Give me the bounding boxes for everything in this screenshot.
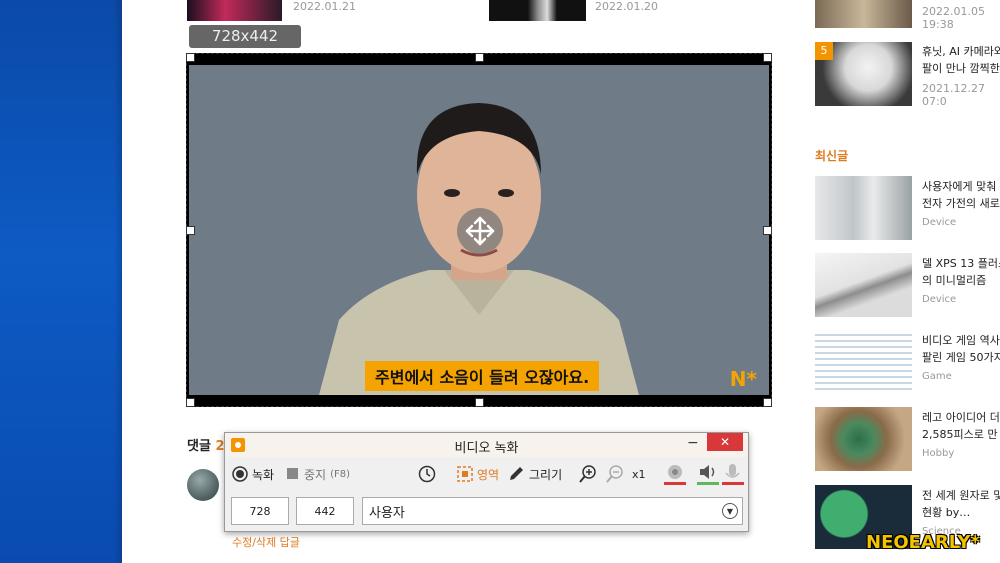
latest-post-title[interactable]: 비디오 게임 역사	[922, 332, 1000, 349]
microphone-icon	[722, 464, 744, 485]
latest-post-thumbnail[interactable]	[815, 407, 912, 471]
draw-label: 그리기	[529, 467, 563, 482]
rank-badge: 5	[815, 42, 833, 60]
zoom-level: x1	[632, 467, 646, 481]
stop-button[interactable]: 중지 (F8)	[286, 463, 350, 485]
latest-post-title[interactable]: 2,585피스로 만	[922, 426, 997, 443]
capture-size-badge: 728x442	[189, 25, 301, 48]
resize-handle-sw[interactable]	[186, 398, 195, 407]
area-button[interactable]: 영역	[457, 463, 499, 485]
popular-post-thumbnail[interactable]	[815, 0, 912, 28]
timer-button[interactable]	[418, 463, 436, 485]
record-button[interactable]: 녹화	[232, 463, 274, 485]
area-preset-select[interactable]: 사용자 ▼	[362, 497, 743, 525]
stop-label: 중지	[304, 467, 327, 482]
desktop-background	[0, 0, 122, 563]
latest-posts-heading: 최신글	[815, 149, 849, 163]
area-select-icon	[457, 466, 473, 482]
microphone-button[interactable]	[721, 463, 745, 485]
latest-post-title[interactable]: 델 XPS 13 플러스	[922, 255, 1000, 272]
chevron-down-icon[interactable]: ▼	[722, 503, 738, 519]
stop-shortcut: (F8)	[330, 468, 351, 480]
latest-post-title[interactable]: 전자 가전의 새로	[922, 195, 1000, 212]
zoom-in-icon	[579, 465, 596, 483]
move-icon[interactable]	[457, 208, 503, 254]
resize-handle-e[interactable]	[763, 226, 772, 235]
post-thumbnail[interactable]	[187, 0, 282, 21]
channel-logo: N*	[729, 367, 757, 391]
speaker-icon	[697, 465, 719, 485]
popular-post-date: 2021.12.27 07:0	[922, 82, 985, 108]
resize-handle-se[interactable]	[763, 398, 772, 407]
minimize-button[interactable]: −	[687, 435, 699, 451]
close-button[interactable]: ✕	[707, 433, 743, 451]
latest-post-title[interactable]: 의 미니멀리즘	[922, 272, 986, 289]
latest-post-thumbnail[interactable]	[815, 176, 912, 240]
popular-post-date: 2022.01.05 19:38	[922, 5, 985, 31]
avatar	[187, 469, 219, 501]
area-preset-value: 사용자	[369, 505, 405, 521]
recorder-titlebar[interactable]: 비디오 녹화 − ✕	[225, 433, 748, 457]
resize-handle-n[interactable]	[475, 53, 484, 62]
height-field[interactable]: 442	[296, 497, 354, 525]
latest-post-title[interactable]: 전 세계 원자로 및	[922, 487, 1000, 504]
comments-label: 댓글	[187, 439, 211, 454]
post-thumbnail[interactable]	[489, 0, 586, 21]
resize-handle-ne[interactable]	[763, 53, 772, 62]
record-label: 녹화	[252, 467, 275, 482]
popular-post-title[interactable]: 팔이 만나 깜찍한	[922, 60, 1000, 77]
recorder-title: 비디오 녹화	[454, 441, 519, 456]
resize-handle-w[interactable]	[186, 226, 195, 235]
zoom-out-button[interactable]	[606, 463, 624, 485]
post-date: 2022.01.21	[293, 0, 356, 13]
zoom-out-icon	[606, 465, 623, 483]
pencil-icon	[510, 467, 523, 480]
latest-post-category: Device	[922, 294, 957, 305]
latest-post-category: Game	[922, 371, 952, 382]
popular-post-thumbnail[interactable]: 5	[815, 42, 912, 106]
latest-post-title[interactable]: 레고 아이디어 더	[922, 409, 1000, 426]
zoom-in-button[interactable]	[579, 463, 597, 485]
comment-actions[interactable]: 수정/삭제 답글	[232, 534, 300, 550]
speaker-button[interactable]	[695, 463, 721, 485]
video-recorder-window: 비디오 녹화 − ✕ 녹화 중지 (F8) 영역 그리기 x1 728 442 …	[224, 432, 749, 532]
post-date: 2022.01.20	[595, 0, 658, 13]
area-label: 영역	[477, 467, 500, 482]
popular-post-title[interactable]: 휴닛, AI 카메라와	[922, 43, 1000, 60]
latest-post-category: Hobby	[922, 448, 955, 459]
latest-post-thumbnail[interactable]	[815, 253, 912, 317]
latest-post-thumbnail[interactable]	[815, 330, 912, 394]
comments-heading: 댓글 2	[187, 435, 225, 454]
latest-post-category: Device	[922, 217, 957, 228]
latest-post-title[interactable]: 팔린 게임 50가지	[922, 349, 1000, 366]
stop-icon	[287, 468, 298, 479]
record-icon	[232, 466, 248, 482]
video-subtitle: 주변에서 소음이 들려 오잖아요.	[365, 361, 600, 391]
clock-icon	[418, 465, 436, 483]
resize-handle-s[interactable]	[475, 398, 484, 407]
latest-post-title[interactable]: 사용자에게 맞춰	[922, 178, 996, 195]
webcam-button[interactable]	[662, 463, 688, 485]
latest-post-title[interactable]: 현황 by…	[922, 504, 970, 521]
width-field[interactable]: 728	[231, 497, 289, 525]
draw-button[interactable]: 그리기	[507, 463, 562, 485]
watermark-logo: NEOEARLY*	[866, 532, 980, 553]
webcam-icon	[664, 465, 686, 485]
resize-handle-nw[interactable]	[186, 53, 195, 62]
